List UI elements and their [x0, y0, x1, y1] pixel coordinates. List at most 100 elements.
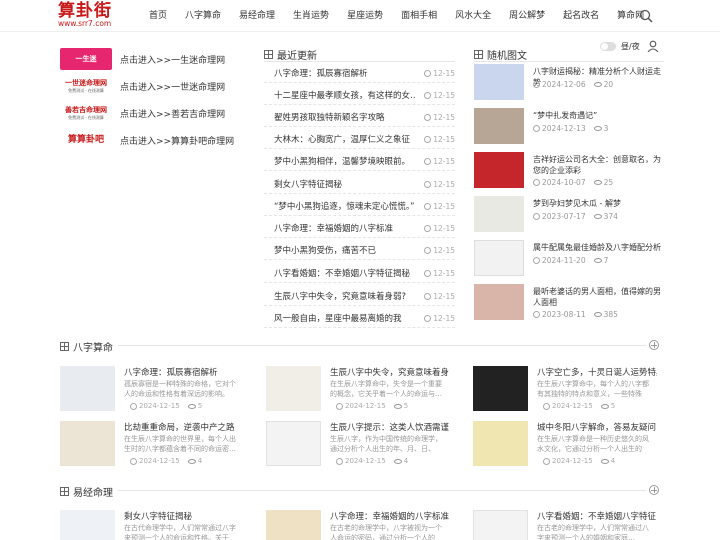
list-item[interactable]: 八字命理：幸福婚姻的八字标准 12-15 [264, 216, 455, 238]
thumbnail[interactable] [473, 421, 528, 466]
list-item-title[interactable]: “梦中小黑狗追逐，惊魂未定心慌慌。” [274, 200, 415, 212]
card-title[interactable]: 比劫重重命局，逆袭中产之路 [124, 421, 244, 433]
thumbnail[interactable] [474, 196, 524, 232]
nav-dream[interactable]: 周公解梦 [500, 0, 554, 32]
article-card[interactable]: 城中冬阳八字解命，答易友疑问… 在生辰八字算命是一种历史悠久的风水文化，它通过分… [473, 421, 657, 471]
toggle-switch[interactable] [600, 42, 616, 51]
random-item[interactable]: 最听老婆话的男人面相，值得嫁的男人面相 2023-08-11 385 [474, 284, 664, 324]
list-item[interactable]: 生辰八字中失令，究竟意味着身弱? 12-15 [264, 284, 455, 306]
nav-physiognomy[interactable]: 面相手相 [392, 0, 446, 32]
list-item-title[interactable]: 梦中小黑狗受伤，痛苦不已 [274, 244, 376, 256]
partner-link-text[interactable]: 点击进入>>一生迷命理网 [120, 53, 225, 66]
article-card[interactable]: 八字命理：幸福婚姻的八字标准 在古老的命理学中，八字被视为一个人命运的密码，通过… [266, 510, 450, 540]
partner-link[interactable]: 善若吉命理网 免费测试 · 在线测算 点击进入>>善若吉命理网 [60, 102, 225, 124]
list-item[interactable]: 十二星座中最孝顺女孩，有这样的女… 12-15 [264, 83, 455, 105]
clock-icon [424, 203, 432, 210]
list-item-title[interactable]: 梦中小黑狗相伴，温馨梦境映眼前。 [274, 155, 410, 167]
grid-icon [60, 487, 69, 496]
thumbnail[interactable] [266, 366, 321, 411]
partner-link[interactable]: 算算卦吧 点击进入>>算算卦吧命理网 [60, 129, 234, 151]
list-item[interactable]: 风一般自由，星座中最易离婚的我 12-15 [264, 306, 455, 328]
partner-banner: 一生迷 [60, 48, 112, 70]
random-item-title[interactable]: “梦中扎发奇遇记” [533, 110, 665, 121]
list-item[interactable]: 剩女八字特征揭秘 12-15 [264, 172, 455, 194]
thumbnail[interactable] [266, 510, 321, 540]
random-item-title[interactable]: 属牛配属兔最佳婚龄及八字婚配分析 [533, 242, 665, 253]
nav-horoscope[interactable]: 星座运势 [338, 0, 392, 32]
random-item[interactable]: 八字财运揭秘：精准分析个人财运走势 2024-12-06 20 [474, 64, 664, 104]
random-item-title[interactable]: 最听老婆话的男人面相，值得嫁的男人面相 [533, 286, 665, 308]
list-item-title[interactable]: 翟姓男孩取独特新颖名字攻略 [274, 111, 385, 123]
list-item[interactable]: 翟姓男孩取独特新颖名字攻略 12-15 [264, 105, 455, 127]
list-item[interactable]: 梦中小黑狗相伴，温馨梦境映眼前。 12-15 [264, 149, 455, 171]
thumbnail[interactable] [474, 108, 524, 144]
thumbnail[interactable] [60, 421, 115, 466]
article-card[interactable]: 八字空亡多，十灵日诞人运势特异 在生辰八字算命中，每个人的八字都有其独特的特点和… [473, 366, 657, 416]
random-item[interactable]: 属牛配属兔最佳婚龄及八字婚配分析 2024-11-20 7 [474, 240, 664, 280]
card-title[interactable]: 八字命理：幸福婚姻的八字标准 [330, 510, 450, 522]
nav-yijing[interactable]: 易经命理 [230, 0, 284, 32]
yijing-title: 易经命理 [60, 484, 113, 499]
views-count: 7 [603, 256, 609, 265]
partner-link-text[interactable]: 点击进入>>一世迷命理网 [120, 80, 225, 93]
random-item-title[interactable]: 梦到孕妇梦见木瓜 - 解梦 [533, 198, 665, 209]
article-card[interactable]: 比劫重重命局，逆袭中产之路 在生辰八字算命的世界里，每个人出生时的八字都蕴含着不… [60, 421, 242, 471]
thumbnail[interactable] [60, 510, 115, 540]
thumbnail[interactable] [60, 366, 115, 411]
site-logo[interactable]: 算卦街 www.srr7.com [58, 2, 128, 30]
nav-zodiac-animal[interactable]: 生肖运势 [284, 0, 338, 32]
thumbnail[interactable] [474, 240, 524, 276]
article-card[interactable]: 生辰八字中失令，究竟意味着身… 在生辰八字算命中，失令是一个重要的概念，它关乎着… [266, 366, 450, 416]
random-item[interactable]: 梦到孕妇梦见木瓜 - 解梦 2023-07-17 374 [474, 196, 664, 236]
partner-link[interactable]: 一生迷 点击进入>>一生迷命理网 [60, 48, 225, 70]
list-item[interactable]: 八字看婚姻：不幸婚姻八字特征揭秘 12-15 [264, 261, 455, 283]
card-meta: 2024-12-15 4 [543, 457, 615, 465]
list-item-title[interactable]: 剩女八字特征揭秘 [274, 178, 342, 190]
thumbnail[interactable] [474, 152, 524, 188]
article-card[interactable]: 生辰八字提示：这类人饮酒需谨… 生辰八字，作为中国传统的命理学，通过分析个人出生… [266, 421, 450, 471]
nav-bazi[interactable]: 八字算命 [176, 0, 230, 32]
list-item[interactable]: 梦中小黑狗受伤，痛苦不已 12-15 [264, 238, 455, 260]
random-item-title[interactable]: 吉祥好运公司名大全：创意取名，为您的企业添彩 [533, 154, 665, 176]
list-item-title[interactable]: 八字命理：幸福婚姻的八字标准 [274, 222, 393, 234]
card-title[interactable]: 生辰八字提示：这类人饮酒需谨… [330, 421, 450, 433]
expand-icon[interactable] [649, 340, 659, 350]
thumbnail[interactable] [474, 64, 524, 100]
card-title[interactable]: 城中冬阳八字解命，答易友疑问… [537, 421, 657, 433]
list-item[interactable]: “梦中小黑狗追逐，惊魂未定心慌慌。” 12-15 [264, 194, 455, 216]
list-item-title[interactable]: 生辰八字中失令，究竟意味着身弱? [274, 290, 406, 302]
theme-toggle[interactable]: 昼/夜 [600, 41, 640, 52]
nav-naming[interactable]: 起名改名 [554, 0, 608, 32]
thumbnail[interactable] [474, 284, 524, 320]
search-icon[interactable] [639, 9, 653, 23]
partner-link-text[interactable]: 点击进入>>善若吉命理网 [120, 107, 225, 120]
thumbnail[interactable] [473, 366, 528, 411]
thumbnail[interactable] [266, 421, 321, 466]
user-icon[interactable] [647, 40, 659, 52]
card-title[interactable]: 剩女八字特征揭秘 [124, 510, 244, 522]
thumbnail[interactable] [473, 510, 528, 540]
partner-link[interactable]: 一世迷命理网 免费测试 · 在线测算 点击进入>>一世迷命理网 [60, 75, 225, 97]
random-item[interactable]: “梦中扎发奇遇记” 2024-12-13 3 [474, 108, 664, 148]
article-card[interactable]: 八字看婚姻：不幸婚姻八字特征… 在古老的命理学中，人们常常通过八字来预测一个人的… [473, 510, 657, 540]
list-item-date: 12-15 [424, 157, 455, 166]
list-item-title[interactable]: 十二星座中最孝顺女孩，有这样的女… [274, 89, 416, 101]
nav-fengshui[interactable]: 风水大全 [446, 0, 500, 32]
card-title[interactable]: 八字命理：孤辰寡宿解析 [124, 366, 244, 378]
list-item-title[interactable]: 八字看婚姻：不幸婚姻八字特征揭秘 [274, 267, 410, 279]
list-item-title[interactable]: 大林木：心胸宽广，温厚仁义之象征 [274, 133, 410, 145]
article-card[interactable]: 八字命理：孤辰寡宿解析 孤辰寡宿是一种特殊的命格，它对个人的命运和性格有着深远的… [60, 366, 242, 416]
random-item[interactable]: 吉祥好运公司名大全：创意取名，为您的企业添彩 2024-10-07 25 [474, 152, 664, 192]
card-excerpt: 生辰八字，作为中国传统的命理学，通过分析个人出生的年、月、日、 [330, 435, 442, 453]
article-card[interactable]: 剩女八字特征揭秘 在古代命理学中，人们常常通过八字来预测一个人的命运和性格。关于 [60, 510, 242, 540]
card-title[interactable]: 生辰八字中失令，究竟意味着身… [330, 366, 450, 378]
card-title[interactable]: 八字空亡多，十灵日诞人运势特异 [537, 366, 657, 378]
list-item-title[interactable]: 风一般自由，星座中最易离婚的我 [274, 312, 402, 324]
list-item[interactable]: 大林木：心胸宽广，温厚仁义之象征 12-15 [264, 127, 455, 149]
list-item-title[interactable]: 八字命理：孤辰寡宿解析 [274, 67, 368, 79]
nav-home[interactable]: 首页 [140, 0, 176, 32]
list-item[interactable]: 八字命理：孤辰寡宿解析 12-15 [264, 61, 455, 83]
expand-icon[interactable] [649, 485, 659, 495]
partner-link-text[interactable]: 点击进入>>算算卦吧命理网 [120, 134, 234, 147]
card-title[interactable]: 八字看婚姻：不幸婚姻八字特征… [537, 510, 657, 522]
